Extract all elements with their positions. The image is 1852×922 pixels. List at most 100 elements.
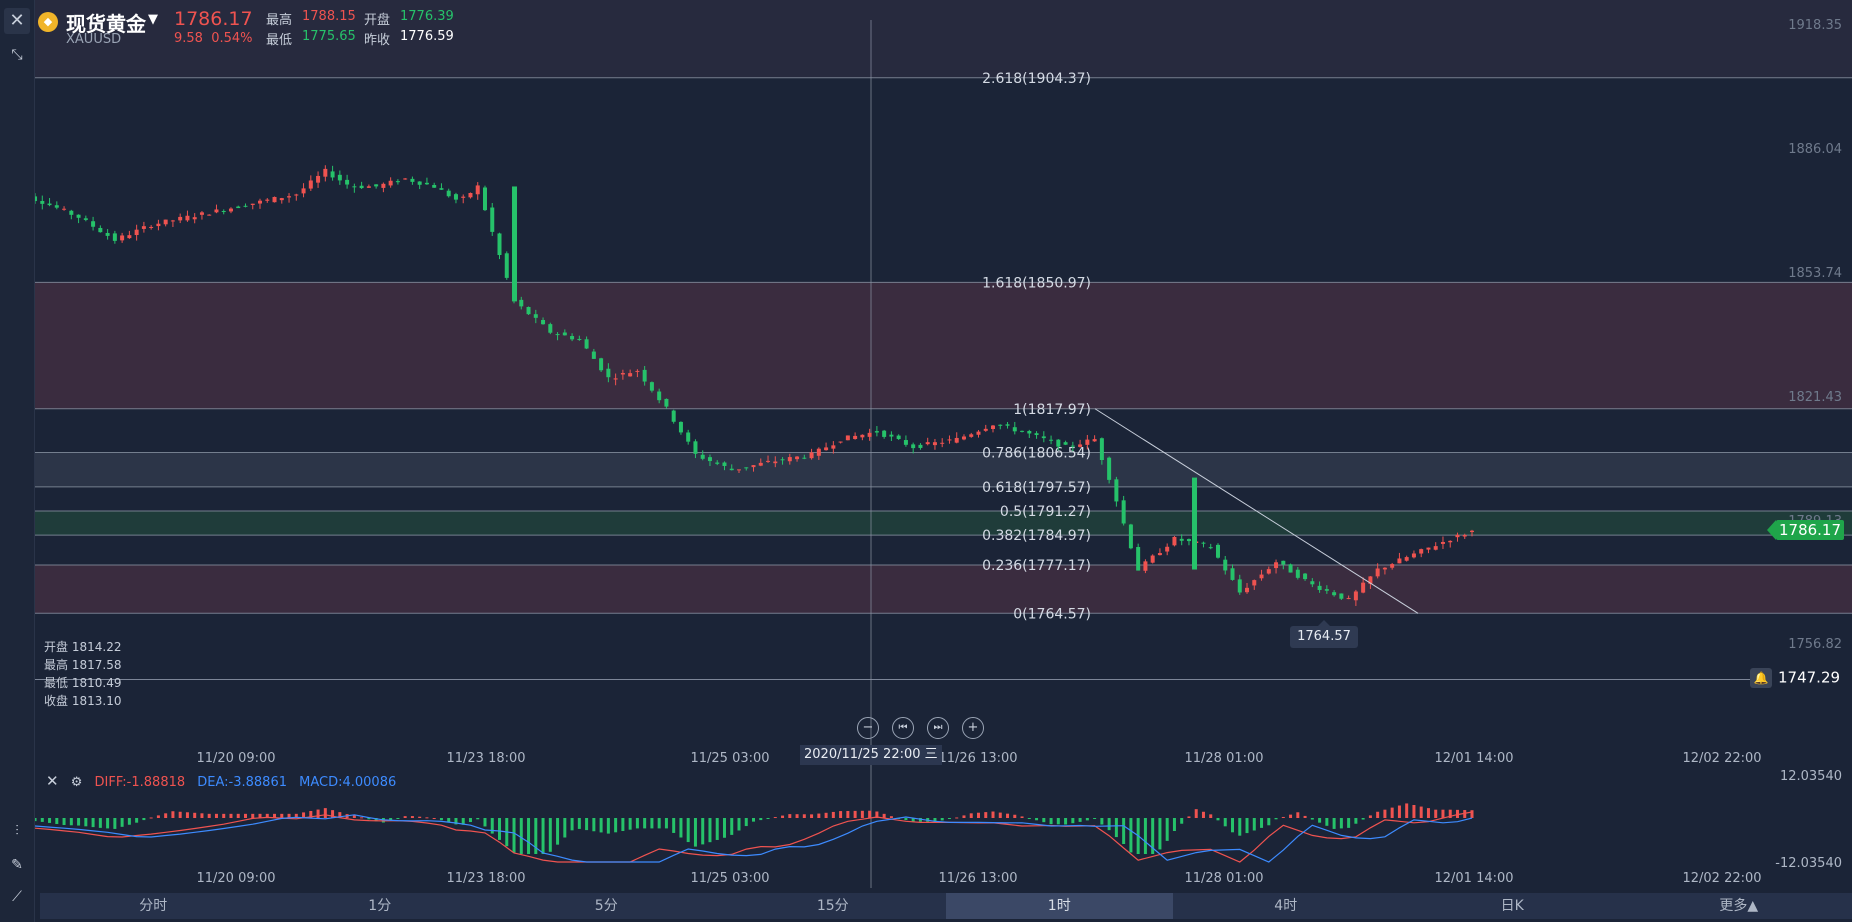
macd-bar: [236, 813, 240, 818]
macd-bar: [650, 818, 654, 829]
bell-icon[interactable]: 🔔: [1750, 668, 1772, 688]
macd-settings-icon[interactable]: ⚙: [71, 775, 83, 790]
indicator-icon[interactable]: ⫶: [4, 818, 30, 844]
price-axis-label: 1886.04: [1788, 142, 1842, 157]
fib-band-5-382: [0, 511, 1852, 536]
jump-start-icon[interactable]: ⏮: [892, 717, 914, 739]
macd-bar: [599, 818, 603, 833]
candle-body: [1143, 561, 1148, 571]
candle-body: [867, 432, 872, 437]
macd-bar: [621, 818, 625, 831]
info-low: 最低 1810.49: [44, 676, 122, 690]
candle-body: [1419, 549, 1424, 554]
candle-body: [468, 192, 473, 198]
candle-body: [366, 186, 371, 188]
macd-bar: [1434, 809, 1438, 818]
candle-body: [678, 421, 683, 433]
trendline-tool-icon[interactable]: ⟋: [4, 884, 30, 910]
fib-label: 0.786(1806.54): [982, 446, 1091, 462]
macd-bar: [418, 816, 422, 818]
close-macd-icon[interactable]: ✕: [46, 772, 59, 790]
candle-body: [766, 460, 771, 462]
macd-axis-label: 12.03540: [1780, 769, 1842, 784]
candle-body: [1034, 433, 1039, 436]
candle-body: [1049, 439, 1054, 441]
draw-pen-icon[interactable]: ✎: [4, 852, 30, 878]
candle-body: [1121, 500, 1126, 524]
macd-bar: [476, 818, 480, 820]
candle-body-drop: [512, 186, 517, 302]
macd-bar: [1013, 814, 1017, 818]
macd-bar: [1441, 809, 1445, 818]
close-icon[interactable]: ✕: [4, 8, 30, 34]
macd-bar: [156, 815, 160, 818]
candle-body: [896, 435, 901, 440]
candle-body: [947, 439, 952, 441]
zoom-in-icon[interactable]: +: [962, 717, 984, 739]
candle-body: [1179, 538, 1184, 541]
candle-body: [388, 180, 393, 186]
macd-bar: [1310, 818, 1314, 820]
macd-bar: [519, 818, 523, 854]
macd-bar: [98, 818, 102, 828]
macd-bar: [1412, 805, 1416, 818]
macd-bar: [1122, 818, 1126, 844]
candle-body: [395, 181, 400, 183]
macd-time-axis-label: 11/28 01:00: [1184, 871, 1263, 886]
macd-bar: [693, 818, 697, 847]
candle-body: [250, 203, 255, 205]
candle-body: [693, 441, 698, 454]
tab-fenshi[interactable]: 分时: [40, 893, 267, 919]
macd-bar: [316, 809, 320, 818]
tab-1min[interactable]: 1分: [267, 893, 494, 919]
candle-body: [671, 410, 676, 422]
candle-body: [715, 462, 720, 464]
candle-body: [47, 203, 52, 206]
macd-bar: [1085, 818, 1089, 821]
tab-4hour[interactable]: 4时: [1173, 893, 1400, 919]
candle-body: [83, 218, 88, 220]
macd-bar: [1303, 815, 1307, 818]
low-value: 1775.65: [302, 29, 356, 44]
jump-end-icon[interactable]: ⏭: [927, 717, 949, 739]
candle-body: [1027, 430, 1032, 434]
tab-more[interactable]: 更多▲: [1626, 893, 1852, 919]
macd-bar: [468, 818, 472, 823]
candle-body: [722, 462, 727, 466]
candle-body: [1433, 546, 1438, 550]
low-price-marker: 1764.57: [1290, 620, 1358, 648]
collapse-icon[interactable]: ⤡: [4, 42, 30, 68]
candle-body: [381, 183, 386, 188]
candle-body: [729, 468, 734, 471]
candle-body: [1266, 569, 1271, 574]
candle-body: [287, 196, 292, 198]
candle-body: [903, 440, 908, 445]
candle-body: [686, 432, 691, 442]
macd-bar: [984, 812, 988, 818]
tab-1hour[interactable]: 1时: [946, 893, 1173, 919]
candle-body: [649, 382, 654, 391]
tab-15min[interactable]: 15分: [720, 893, 947, 919]
macd-time-axis-label: 11/20 09:00: [196, 871, 275, 886]
candle-body: [845, 435, 850, 441]
candle-body: [323, 168, 328, 177]
macd-bar: [40, 818, 44, 822]
tab-5min[interactable]: 5分: [493, 893, 720, 919]
macd-bar: [164, 813, 168, 818]
candle-body: [228, 208, 233, 212]
chevron-down-icon[interactable]: ▼: [148, 12, 158, 27]
candle-body: [272, 196, 277, 203]
macd-bar: [701, 818, 705, 845]
tab-daily[interactable]: 日K: [1399, 893, 1626, 919]
macd-bar: [795, 814, 799, 818]
price-change: 9.58 0.54%: [174, 31, 253, 46]
price-alert[interactable]: 🔔 1747.29: [1750, 668, 1840, 688]
macd-bar: [91, 818, 95, 828]
candle-body: [1339, 593, 1344, 599]
candle-body: [170, 220, 175, 222]
time-axis-label: 11/20 09:00: [196, 751, 275, 766]
macd-bar: [498, 818, 502, 840]
zoom-out-icon[interactable]: −: [857, 717, 879, 739]
candle-body: [265, 199, 270, 201]
candle-body: [628, 373, 633, 377]
